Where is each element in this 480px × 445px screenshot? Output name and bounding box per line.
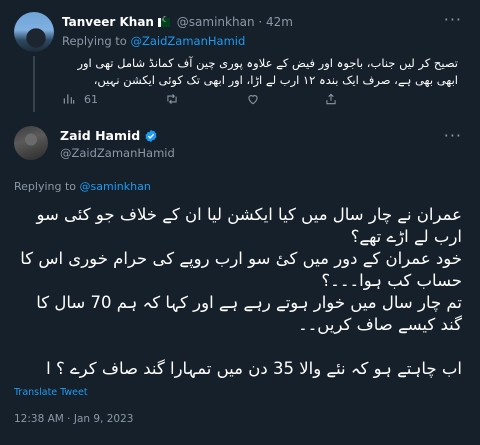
- heart-icon: [248, 95, 258, 105]
- translate-tweet-link[interactable]: Translate Tweet: [14, 387, 88, 398]
- replying-to-line: Replying to @saminkhan: [14, 180, 151, 193]
- separator-dot: ·: [258, 15, 263, 29]
- replying-to-link[interactable]: @ZaidZamanHamid: [131, 34, 246, 48]
- tweet-header: Tanveer Khan @saminkhan · 42m: [62, 15, 293, 29]
- retweet-button[interactable]: [165, 92, 179, 106]
- verified-badge-icon: [145, 129, 157, 142]
- main-tweet: Zaid Hamid @ZaidZamanHamid ··· Replying …: [0, 112, 480, 445]
- tweet-text: تصیح کر لیں جناب، باجوہ اور فیض کے علاوہ…: [77, 56, 458, 87]
- analytics-icon: [63, 94, 75, 104]
- display-name[interactable]: Zaid Hamid: [60, 128, 140, 143]
- avatar[interactable]: [14, 12, 54, 52]
- more-options-icon[interactable]: ···: [444, 10, 462, 29]
- tweet-text: عمران نے چار سال میں کیا ایکشن لیا ان کے…: [20, 205, 462, 378]
- more-options-icon[interactable]: ···: [444, 126, 462, 145]
- share-icon: [326, 93, 336, 105]
- author-name-row: Zaid Hamid: [60, 128, 158, 143]
- share-button[interactable]: [324, 92, 338, 106]
- pakistan-flag-icon: [157, 15, 170, 27]
- tweet-actions: 61: [62, 92, 342, 108]
- replying-to-prefix: Replying to: [14, 180, 77, 193]
- handle[interactable]: @saminkhan: [177, 15, 255, 29]
- reply-tweet[interactable]: Tanveer Khan @saminkhan · 42m ··· Replyi…: [0, 0, 480, 112]
- like-button[interactable]: [246, 92, 260, 106]
- replying-to-link[interactable]: @saminkhan: [80, 180, 151, 193]
- tweet-timestamp[interactable]: 12:38 AM · Jan 9, 2023: [14, 413, 133, 425]
- replying-to-prefix: Replying to: [62, 34, 127, 48]
- views-count: 61: [84, 92, 98, 106]
- tweet-time[interactable]: 42m: [266, 15, 293, 29]
- replying-to-line: Replying to @ZaidZamanHamid: [62, 34, 245, 48]
- display-name[interactable]: Tanveer Khan: [62, 15, 154, 29]
- thread-connector-line: [33, 56, 35, 112]
- handle[interactable]: @ZaidZamanHamid: [60, 146, 175, 160]
- views-button[interactable]: 61: [62, 92, 98, 106]
- avatar[interactable]: [14, 126, 48, 160]
- retweet-icon: [167, 93, 177, 105]
